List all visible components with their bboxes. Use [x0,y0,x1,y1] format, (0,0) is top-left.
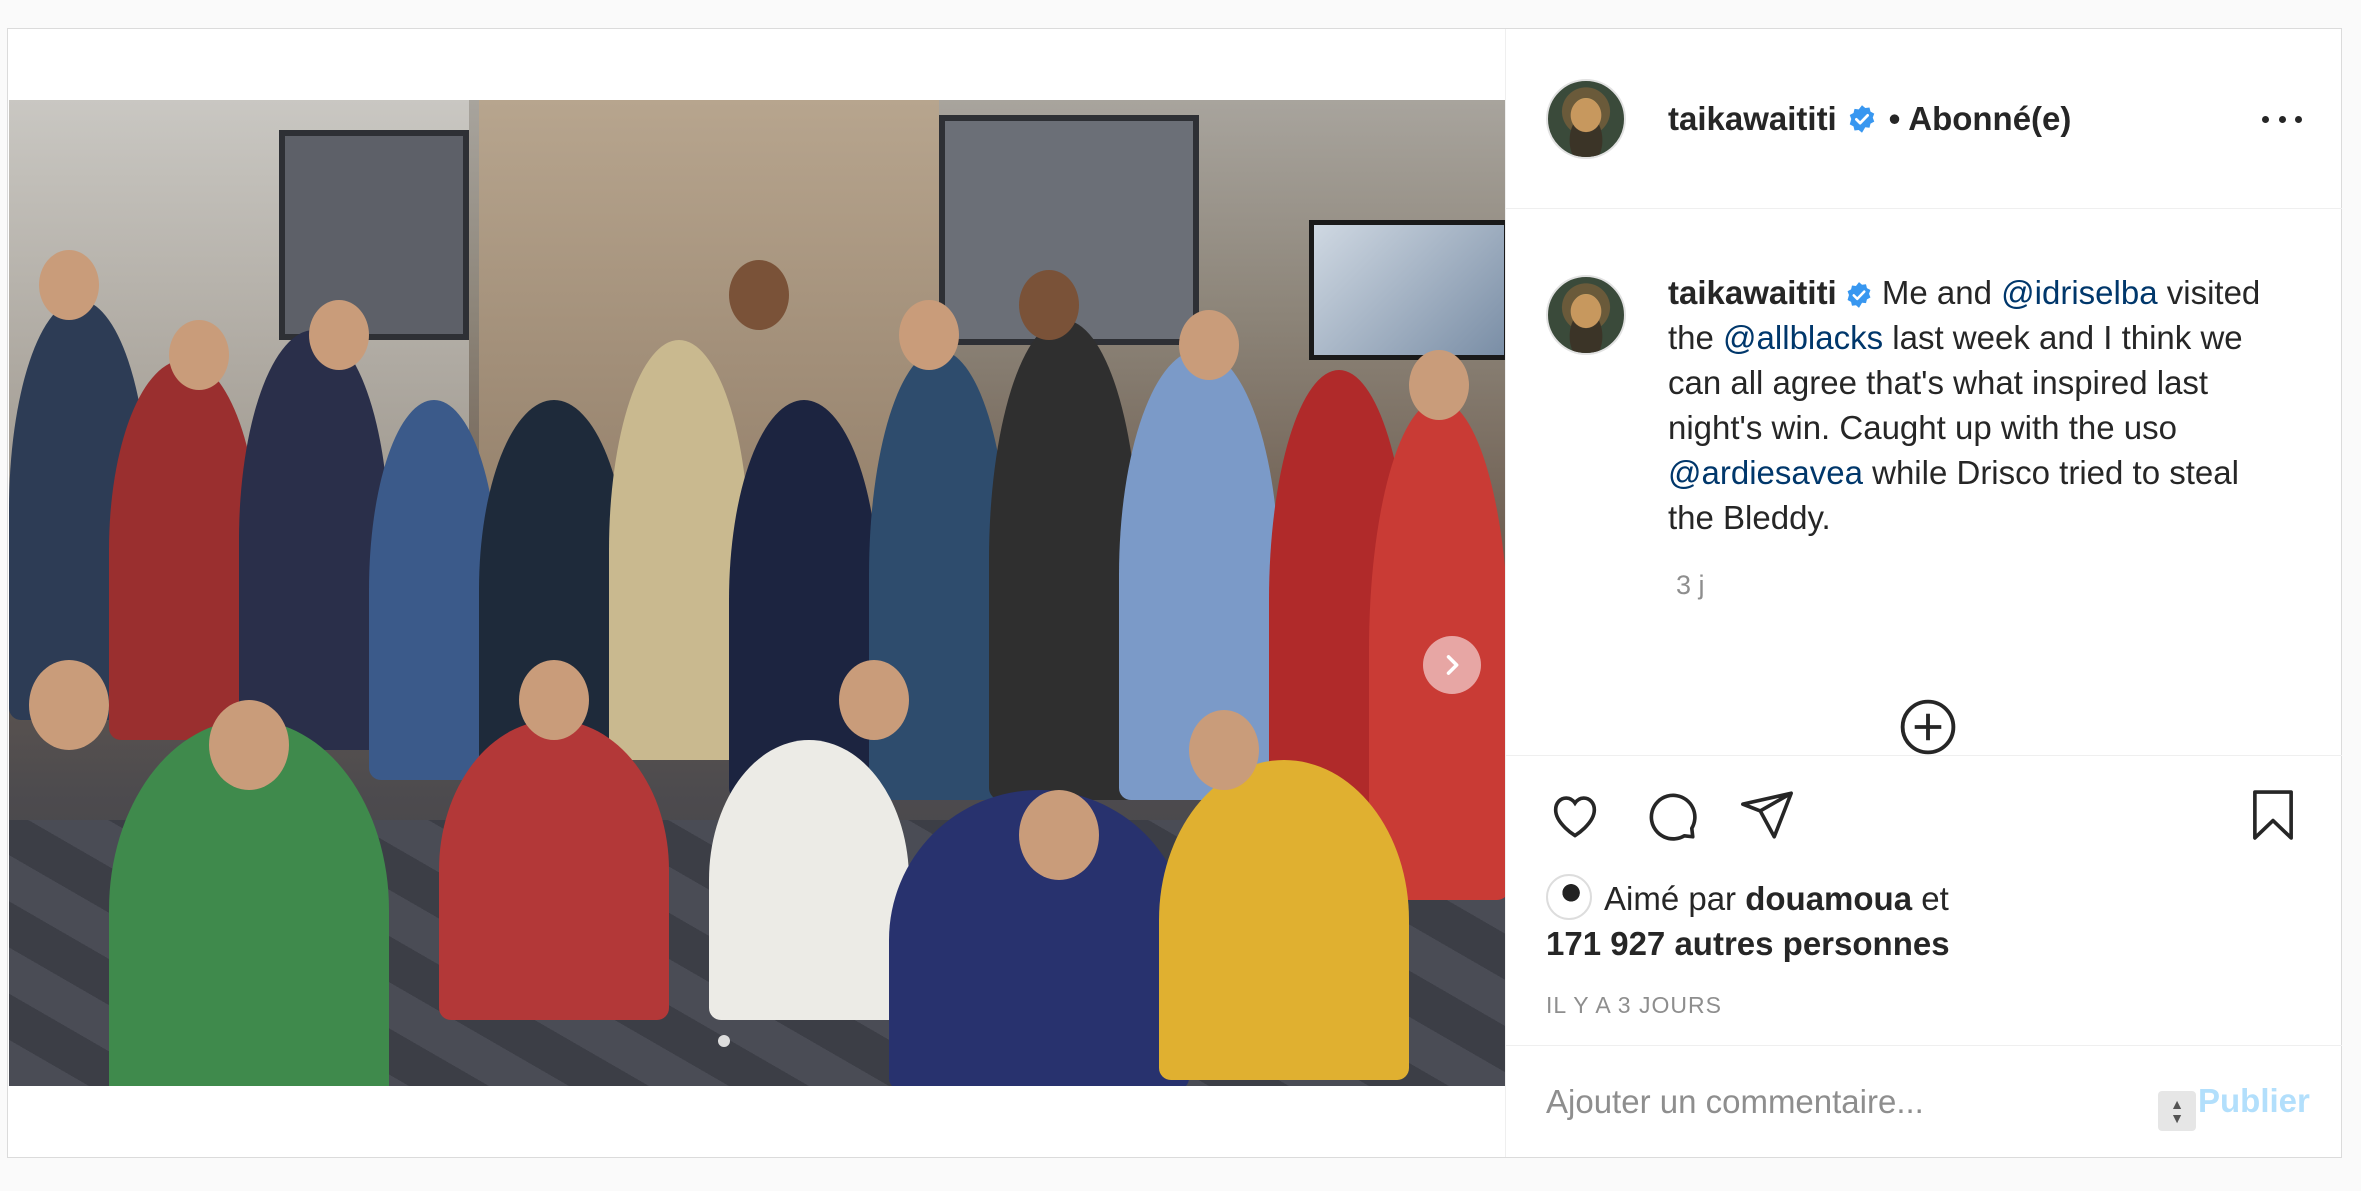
caption-time[interactable]: 3 j [1676,570,1705,601]
caption: taikawaititi Me and @idriselba visited t… [1546,270,2306,540]
post-photo[interactable] [9,100,1505,1086]
post-sidebar: taikawaititi • Abonné(e) taikawaititi Me… [1505,29,2342,1157]
mention-link[interactable]: @allblacks [1723,319,1883,356]
next-photo-button[interactable] [1423,636,1481,694]
liked-by-link[interactable]: douamoua [1745,880,1912,917]
save-button[interactable] [2244,786,2302,844]
post-date[interactable]: IL Y A 3 JOURS [1546,992,1722,1019]
verified-badge-icon [1847,282,1871,308]
comment-icon [1649,793,1697,841]
post-actions: Aimé par douamoua et 171 927 autres pers… [1506,755,2342,1045]
comment-input[interactable] [1546,1082,2106,1121]
post-card: taikawaititi • Abonné(e) taikawaititi Me… [7,28,2342,1158]
username-link[interactable]: taikawaititi [1668,100,1837,138]
likes-summary: Aimé par douamoua et 171 927 autres pers… [1546,874,2306,966]
bookmark-icon [2253,790,2293,840]
more-options-icon[interactable] [2262,99,2302,139]
carousel-indicator [718,1035,730,1047]
caption-text: taikawaititi Me and @idriselba visited t… [1668,274,2261,536]
plus-circle-icon[interactable] [1899,698,1957,755]
follow-status[interactable]: • Abonné(e) [1889,100,2072,138]
comment-form: ▲▼ Publier [1506,1045,2342,1157]
avatar[interactable] [1546,78,1626,159]
likes-count-link[interactable]: 171 927 autres personnes [1546,925,1950,962]
mention-link[interactable]: @idriselba [2001,274,2157,311]
post-media [8,29,1505,1157]
post-header: taikawaititi • Abonné(e) [1506,29,2342,209]
send-icon [1741,791,1793,839]
comment-button[interactable] [1642,786,1700,844]
heart-icon [1553,796,1597,838]
chevron-right-icon [1446,655,1459,675]
like-button[interactable] [1546,786,1604,844]
mention-link[interactable]: @ardiesavea [1668,454,1863,491]
share-button[interactable] [1738,786,1796,844]
caption-username[interactable]: taikawaititi [1668,274,1837,311]
avatar[interactable] [1546,874,1592,920]
publish-button[interactable]: Publier [2198,1082,2310,1120]
resize-handle-icon[interactable]: ▲ ▼ [2158,1091,2196,1131]
caption-area: taikawaititi Me and @idriselba visited t… [1506,210,2342,755]
avatar[interactable] [1546,275,1626,355]
verified-badge-icon [1849,104,1874,133]
